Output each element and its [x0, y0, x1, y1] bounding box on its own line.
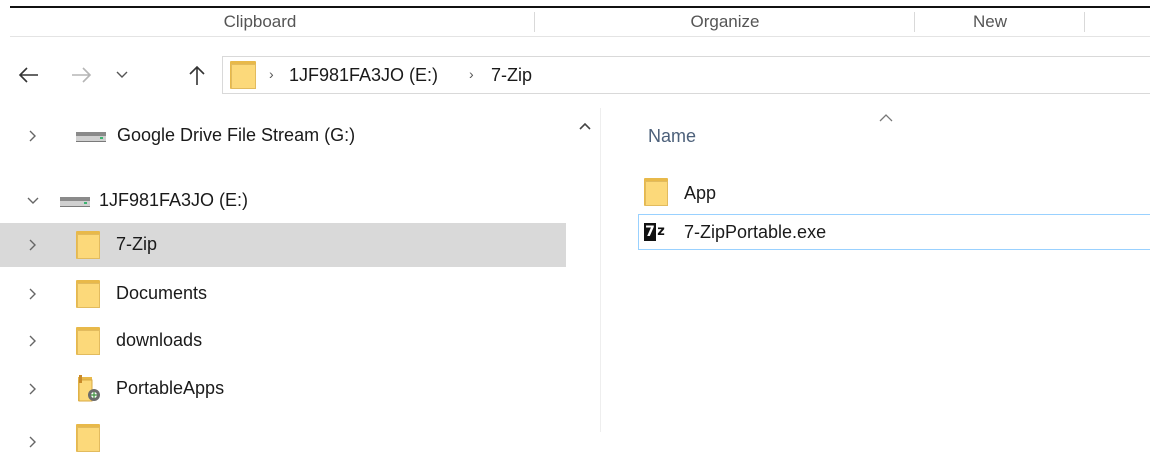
up-button[interactable] — [182, 60, 212, 90]
tree-item-label: Documents — [116, 283, 208, 303]
drive-icon — [60, 197, 90, 207]
tree-item-label: 1JF981FA3JO (E:) — [99, 190, 249, 210]
tree-item-label: PortableApps — [116, 378, 225, 398]
folder-icon — [76, 280, 100, 308]
tree-item-label: 7-Zip — [116, 234, 158, 254]
file-item-app[interactable]: App — [638, 176, 1150, 212]
portableapps-folder-icon — [78, 375, 100, 402]
expand-chevron-icon[interactable] — [23, 331, 43, 351]
expand-chevron-icon[interactable] — [23, 284, 43, 304]
breadcrumb-chevron-icon: › — [469, 66, 474, 82]
drive-icon — [76, 132, 106, 142]
forward-arrow-icon — [72, 67, 92, 83]
ribbon-group-organize: Organize — [690, 12, 760, 31]
expand-chevron-icon[interactable] — [23, 235, 43, 255]
ribbon-separator — [534, 12, 535, 32]
file-item-7zipportable[interactable]: 7z 7-ZipPortable.exe — [638, 214, 1150, 250]
navigation-bar: › 1JF981FA3JO (E:) › 7-Zip — [0, 50, 1150, 100]
file-name: App — [684, 183, 717, 203]
expand-chevron-icon[interactable] — [23, 432, 43, 452]
ribbon-bottom-border — [10, 36, 1150, 37]
folder-icon — [230, 61, 256, 89]
ribbon-separator — [914, 12, 915, 32]
column-header-name[interactable]: Name — [648, 126, 696, 147]
tree-item-7zip[interactable]: 7-Zip — [0, 223, 566, 267]
breadcrumb-drive[interactable]: 1JF981FA3JO (E:) — [289, 65, 438, 86]
file-list: Name App 7z 7-ZipPortable.exe — [600, 108, 1150, 432]
chevron-down-icon — [116, 71, 128, 78]
tree-item-documents[interactable]: Documents — [0, 272, 566, 316]
ribbon-group-clipboard: Clipboard — [223, 12, 297, 31]
folder-icon — [76, 424, 100, 452]
up-arrow-icon — [189, 65, 205, 85]
sort-ascending-icon — [879, 114, 893, 122]
expand-chevron-icon[interactable] — [23, 379, 43, 399]
tree-item-portableapps[interactable]: PortableApps — [0, 367, 566, 411]
file-name: 7-ZipPortable.exe — [684, 222, 827, 242]
folder-icon — [76, 327, 100, 355]
ribbon-group-labels: Clipboard Organize New — [0, 0, 1150, 37]
7zip-icon: 7z — [644, 223, 666, 241]
breadcrumb-folder[interactable]: 7-Zip — [491, 65, 532, 86]
ribbon-separator — [1084, 12, 1085, 32]
breadcrumb-chevron-icon: › — [269, 66, 274, 82]
scroll-up-icon[interactable] — [579, 122, 591, 130]
tree-item-drive-e[interactable]: 1JF981FA3JO (E:) — [0, 179, 566, 223]
expand-chevron-icon[interactable] — [23, 126, 43, 146]
back-arrow-icon — [18, 67, 38, 83]
folder-icon — [644, 178, 668, 206]
navigation-pane: Google Drive File Stream (G:) 1JF981FA3J… — [0, 108, 600, 452]
folder-icon — [76, 231, 100, 259]
tree-item-downloads[interactable]: downloads — [0, 319, 566, 363]
forward-button[interactable] — [66, 60, 96, 90]
tree-item-label: downloads — [116, 330, 203, 350]
ribbon-group-new: New — [972, 12, 1007, 31]
recent-locations-button[interactable] — [110, 60, 134, 90]
tree-item-google-drive[interactable]: Google Drive File Stream (G:) — [0, 114, 566, 158]
back-button[interactable] — [14, 60, 44, 90]
ribbon-divider — [10, 6, 1150, 8]
collapse-chevron-icon[interactable] — [23, 191, 43, 211]
address-bar[interactable]: › 1JF981FA3JO (E:) › 7-Zip — [222, 56, 1150, 94]
tree-item-label: Google Drive File Stream (G:) — [117, 125, 356, 145]
tree-item-partial[interactable] — [0, 420, 566, 464]
nav-pane-scrollbar[interactable] — [572, 108, 598, 432]
